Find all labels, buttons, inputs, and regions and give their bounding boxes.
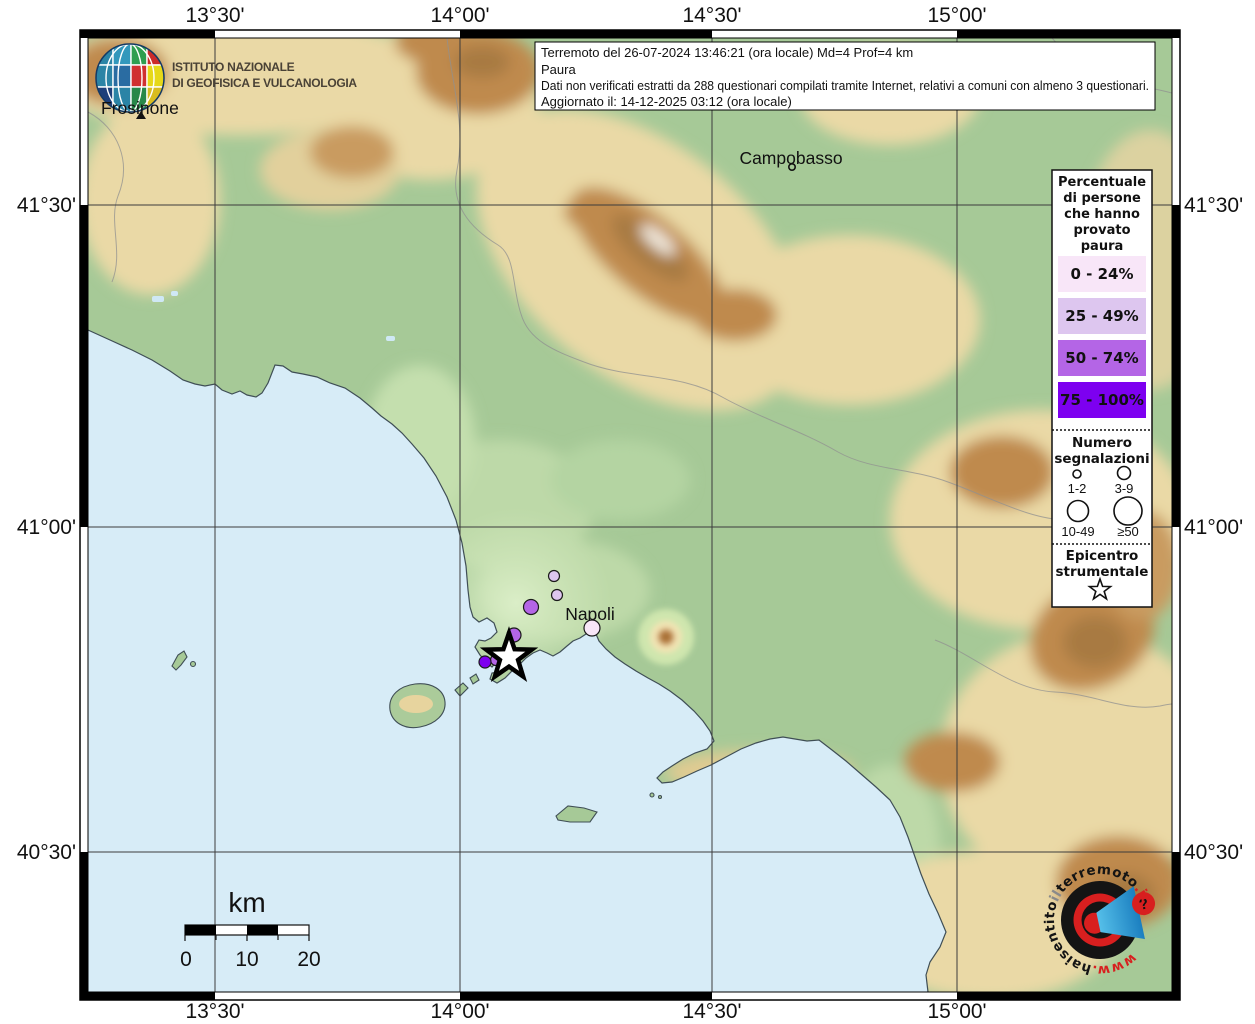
institute-name-line1: ISTITUTO NAZIONALE: [172, 60, 295, 74]
scale-tick-20: 20: [297, 948, 320, 971]
felt-report-circle: [524, 600, 539, 615]
legend-label-25-49: 25 - 49%: [1065, 307, 1138, 325]
scale-tick-10: 10: [235, 948, 258, 971]
map-canvas: [50, 15, 1220, 1000]
count-circle-1-2-icon: [1073, 470, 1081, 478]
axis-left-1: 41°30': [17, 194, 76, 217]
counts-title-2: segnalazioni: [1054, 451, 1149, 467]
felt-report-circle: [552, 590, 563, 601]
count-label-10-49: 10-49: [1061, 524, 1094, 539]
count-label-1-2: 1-2: [1068, 481, 1087, 496]
update-timestamp: Aggiornato il: 14-12-2025 03:12 (ora loc…: [541, 94, 792, 109]
axis-top-4: 15°00': [927, 4, 986, 27]
felt-report-circle: [479, 656, 491, 668]
axis-bottom-4: 15°00': [927, 1000, 986, 1023]
epicenter-title-1: Epicentro: [1066, 548, 1139, 564]
axis-top-3: 14°30': [682, 4, 741, 27]
count-circle-10-49-icon: [1068, 501, 1089, 522]
axis-bottom-3: 14°30': [682, 1000, 741, 1023]
event-summary: Terremoto del 26-07-2024 13:46:21 (ora l…: [541, 45, 913, 60]
axis-right-1: 41°30': [1184, 194, 1243, 217]
felt-report-circle: [584, 620, 600, 636]
axis-left-3: 40°30': [17, 841, 76, 864]
legend-title-5: paura: [1081, 239, 1124, 254]
count-label-50plus: ≥50: [1117, 524, 1139, 539]
count-label-3-9: 3-9: [1115, 481, 1134, 496]
effect-type: Paura: [541, 62, 576, 77]
info-box: Terremoto del 26-07-2024 13:46:21 (ora l…: [535, 42, 1155, 110]
vesuvius: [638, 609, 694, 665]
institute-name-line2: DI GEOFISICA E VULCANOLOGIA: [172, 76, 357, 90]
axis-right-2: 41°00': [1184, 516, 1243, 539]
legend-title-3: che hanno: [1064, 207, 1140, 222]
counts-title-1: Numero: [1072, 435, 1132, 451]
legend-title-2: di persone: [1063, 191, 1141, 206]
legend: Percentuale di persone che hanno provato…: [1052, 170, 1152, 607]
legend-label-50-74: 50 - 74%: [1065, 349, 1138, 367]
city-label-campobasso: Campobasso: [739, 148, 842, 168]
macroseismic-map: 13°30' 14°00' 14°30' 15°00' 13°30' 14°00…: [0, 0, 1255, 1024]
axis-bottom-1: 13°30': [185, 1000, 244, 1023]
legend-title-4: provato: [1073, 223, 1130, 238]
count-circle-3-9-icon: [1118, 467, 1131, 480]
legend-label-0-24: 0 - 24%: [1070, 265, 1133, 283]
axis-left-2: 41°00': [17, 516, 76, 539]
axis-top-2: 14°00': [430, 4, 489, 27]
scale-unit-label: km: [228, 887, 265, 918]
axis-top-1: 13°30': [185, 4, 244, 27]
scale-tick-0: 0: [180, 948, 192, 971]
legend-title-1: Percentuale: [1058, 175, 1146, 190]
epicenter-title-2: strumentale: [1056, 564, 1149, 580]
axis-right-3: 40°30': [1184, 841, 1243, 864]
axis-bottom-2: 14°00': [430, 1000, 489, 1023]
data-disclaimer: Dati non verificati estratti da 288 ques…: [541, 78, 1149, 93]
felt-report-circle: [549, 571, 560, 582]
legend-label-75-100: 75 - 100%: [1060, 391, 1144, 409]
count-circle-50plus-icon: [1114, 497, 1142, 525]
